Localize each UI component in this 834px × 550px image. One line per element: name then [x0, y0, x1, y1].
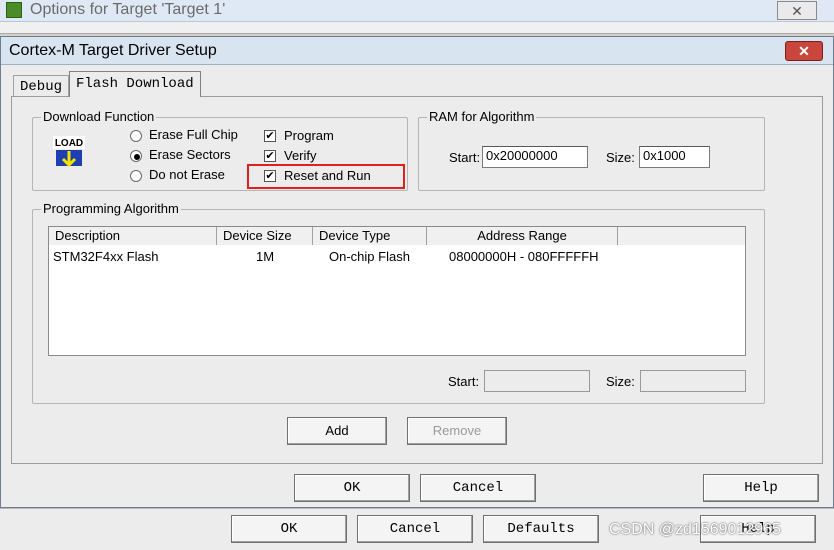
- dialog-title: Cortex-M Target Driver Setup: [9, 42, 217, 59]
- row-device-size: 1M: [256, 249, 275, 264]
- row-description: STM32F4xx Flash: [53, 249, 159, 264]
- row-address-range: 08000000H - 080FFFFFH: [449, 249, 599, 264]
- ram-for-algorithm-group: RAM for Algorithm Start: 0x20000000 Size…: [418, 109, 765, 191]
- ram-size-label: Size:: [606, 150, 635, 165]
- back-window-tabstrip: [0, 22, 834, 34]
- back-cancel-button[interactable]: Cancel: [357, 515, 473, 543]
- ram-size-input[interactable]: 0x1000: [639, 146, 710, 168]
- erase-full-chip-radio[interactable]: [130, 130, 142, 142]
- back-window-title: Options for Target 'Target 1': [30, 1, 226, 18]
- program-label[interactable]: Program: [284, 128, 334, 143]
- keil-app-icon: [6, 2, 22, 18]
- watermark: CSDN @zd1569012965: [609, 521, 781, 538]
- erase-sectors-label[interactable]: Erase Sectors: [149, 147, 231, 162]
- erase-sectors-radio[interactable]: [130, 150, 142, 162]
- verify-label[interactable]: Verify: [284, 148, 317, 163]
- target-driver-dialog: Cortex-M Target Driver Setup ✕ Debug Dow…: [0, 36, 834, 508]
- load-icon-label: LOAD: [55, 138, 83, 149]
- dialog-titlebar: Cortex-M Target Driver Setup ✕: [1, 37, 833, 65]
- do-not-erase-label[interactable]: Do not Erase: [149, 167, 225, 182]
- ram-start-input[interactable]: 0x20000000: [482, 146, 588, 168]
- tab-debug[interactable]: Debug: [13, 75, 69, 97]
- add-button[interactable]: Add: [287, 417, 387, 445]
- column-header-description[interactable]: Description: [49, 227, 217, 245]
- algorithm-start-input[interactable]: [484, 370, 590, 392]
- dialog-cancel-button[interactable]: Cancel: [420, 474, 536, 502]
- algorithm-list[interactable]: Description Device Size Device Type Addr…: [48, 226, 746, 356]
- back-window-titlebar: Options for Target 'Target 1' ✕: [0, 0, 834, 22]
- download-function-legend: Download Function: [41, 109, 157, 124]
- back-defaults-button[interactable]: Defaults: [483, 515, 599, 543]
- dialog-ok-button[interactable]: OK: [294, 474, 410, 502]
- dialog-help-button[interactable]: Help: [703, 474, 819, 502]
- program-checkbox[interactable]: ✔: [264, 130, 276, 142]
- do-not-erase-radio[interactable]: [130, 170, 142, 182]
- back-ok-button[interactable]: OK: [231, 515, 347, 543]
- dialog-close-button[interactable]: ✕: [785, 41, 823, 61]
- verify-checkbox[interactable]: ✔: [264, 150, 276, 162]
- load-icon: LOAD: [53, 136, 85, 168]
- ram-for-algorithm-legend: RAM for Algorithm: [427, 109, 537, 124]
- back-window-close-button[interactable]: ✕: [777, 1, 817, 20]
- programming-algorithm-legend: Programming Algorithm: [41, 201, 181, 216]
- flash-download-panel: Download Function LOAD Erase Full Chip E…: [11, 96, 823, 464]
- programming-algorithm-group: Programming Algorithm Description Device…: [32, 201, 765, 404]
- column-header-device-size[interactable]: Device Size: [217, 227, 313, 245]
- erase-full-chip-label[interactable]: Erase Full Chip: [149, 127, 238, 142]
- algorithm-size-label: Size:: [606, 374, 635, 389]
- download-function-group: Download Function LOAD Erase Full Chip E…: [32, 109, 408, 191]
- table-row[interactable]: STM32F4xx Flash 1M On-chip Flash 0800000…: [49, 247, 745, 267]
- remove-button[interactable]: Remove: [407, 417, 507, 445]
- tab-flash-download[interactable]: Flash Download: [69, 71, 201, 97]
- reset-and-run-highlight: [247, 164, 405, 189]
- ram-start-label: Start:: [449, 150, 481, 165]
- column-header-empty: [618, 227, 745, 245]
- back-window-button-bar: OK Cancel Defaults Help CSDN @zd15690129…: [0, 508, 834, 550]
- column-header-device-type[interactable]: Device Type: [313, 227, 427, 245]
- row-device-type: On-chip Flash: [329, 249, 410, 264]
- column-header-address-range[interactable]: Address Range: [427, 227, 618, 245]
- algorithm-start-label: Start:: [448, 374, 480, 389]
- algorithm-size-input[interactable]: [640, 370, 746, 392]
